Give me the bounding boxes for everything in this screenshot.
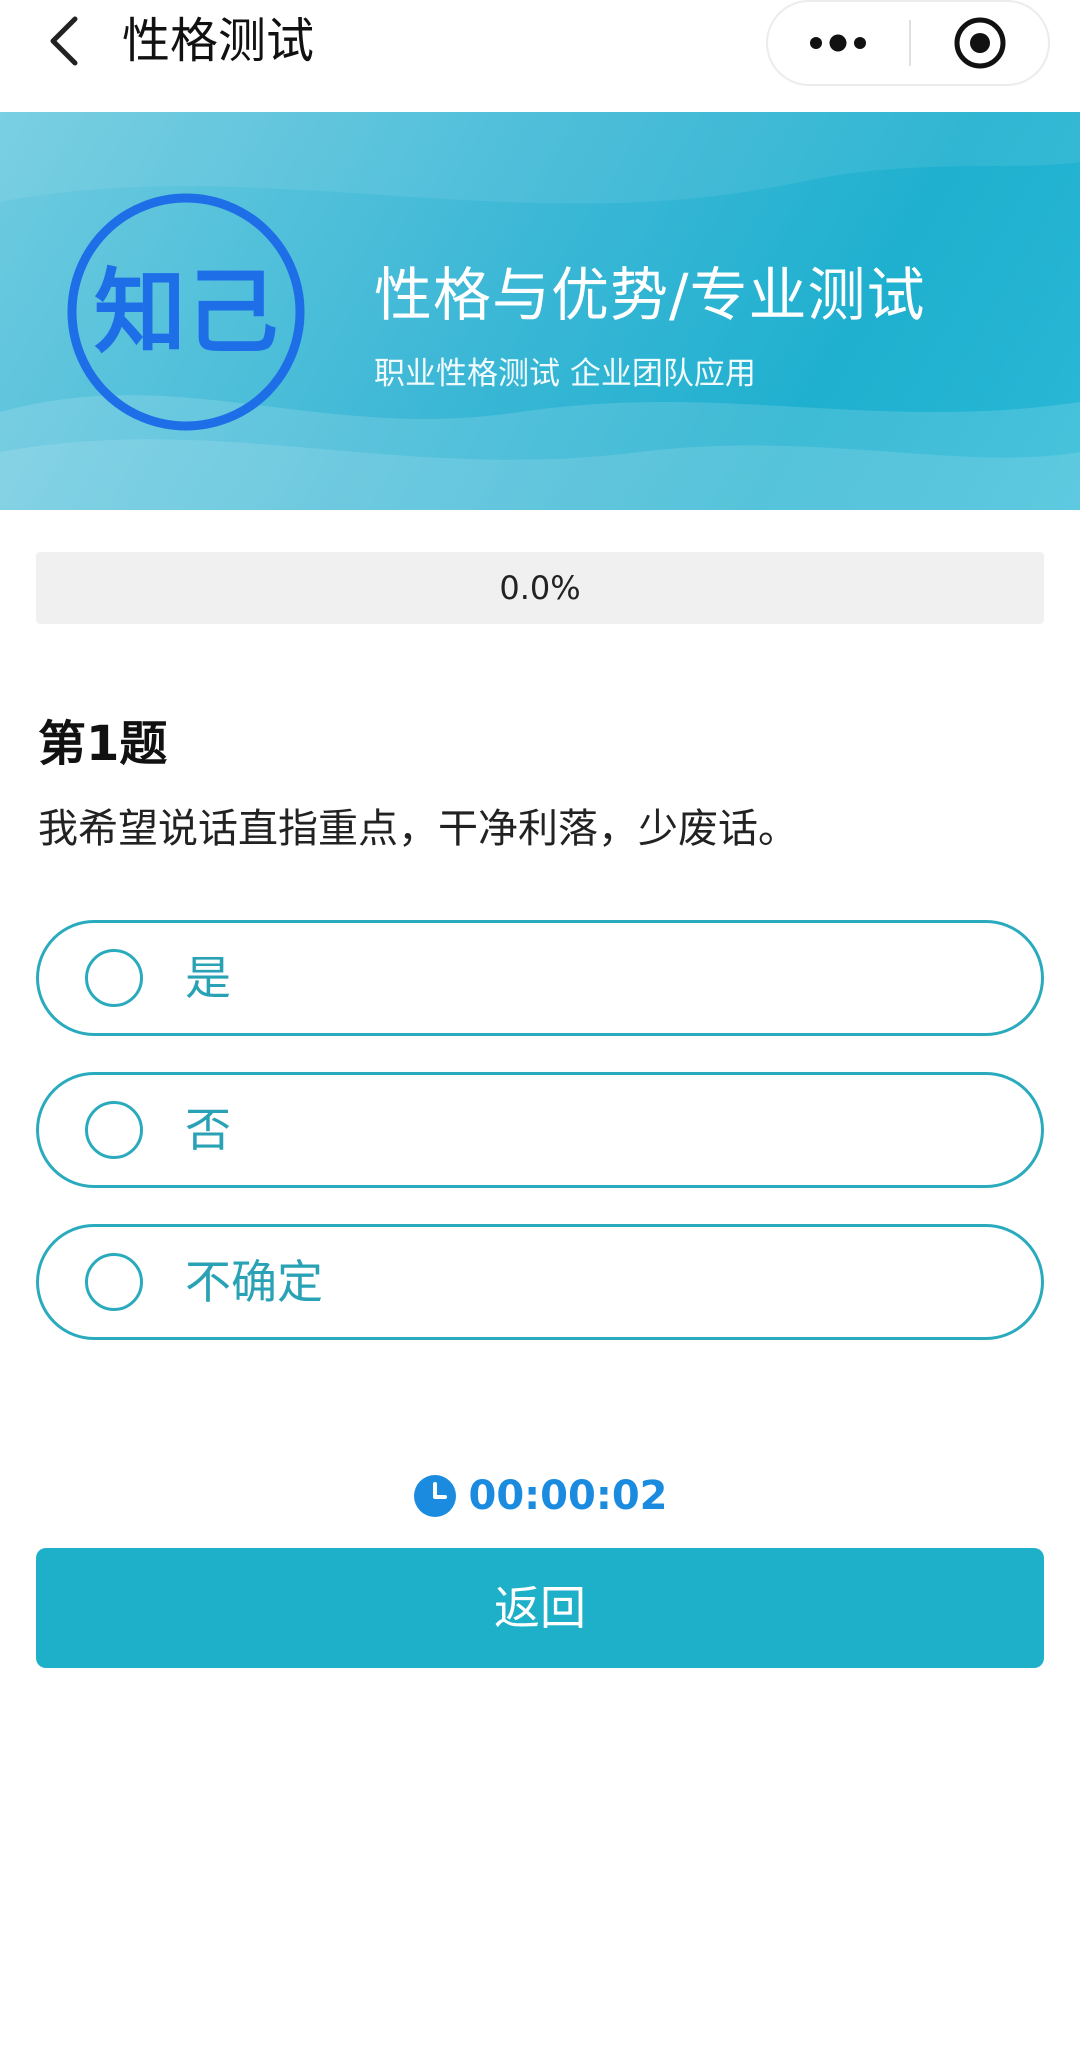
more-button[interactable] <box>768 2 908 84</box>
radio-circle-icon[interactable] <box>85 949 143 1007</box>
target-close-icon <box>954 17 1006 69</box>
elapsed-timer: 00:00:02 <box>0 1466 1080 1526</box>
banner-subtitle: 职业性格测试 企业团队应用 <box>374 356 756 392</box>
question-number: 第1题 <box>38 716 168 772</box>
page-title: 性格测试 <box>122 13 315 69</box>
banner-title: 性格与优势/专业测试 <box>374 261 926 329</box>
clock-icon <box>413 1475 456 1517</box>
question-text: 我希望说话直指重点，干净利落，少废话。 <box>38 806 798 852</box>
radio-circle-icon[interactable] <box>85 1253 143 1311</box>
option-label: 不确定 <box>185 1255 323 1309</box>
close-mini-program-button[interactable] <box>910 2 1050 84</box>
option-label: 是 <box>185 951 231 1005</box>
radio-circle-icon[interactable] <box>85 1101 143 1159</box>
progress-label: 0.0% <box>499 569 581 607</box>
return-button[interactable]: 返回 <box>36 1548 1044 1668</box>
option-label: 否 <box>185 1103 231 1157</box>
back-button[interactable] <box>30 6 100 76</box>
nav-bar: 性格测试 <box>0 0 1080 112</box>
more-dots-icon <box>810 34 866 52</box>
timer-value: 00:00:02 <box>468 1473 668 1519</box>
logo-text: 知己 <box>94 259 278 366</box>
page: 性格测试 知己 性格与优势/专业测试 职业性格测试 企业团队应用 0.0% 第1… <box>0 0 1080 2056</box>
option-no[interactable]: 否 <box>36 1072 1044 1188</box>
header-banner: 知己 性格与优势/专业测试 职业性格测试 企业团队应用 <box>0 112 1080 510</box>
chevron-left-icon <box>50 16 78 66</box>
progress-bar: 0.0% <box>36 552 1044 624</box>
brand-logo: 知己 <box>66 192 306 432</box>
mini-program-capsule <box>766 0 1050 86</box>
option-yes[interactable]: 是 <box>36 920 1044 1036</box>
option-unsure[interactable]: 不确定 <box>36 1224 1044 1340</box>
